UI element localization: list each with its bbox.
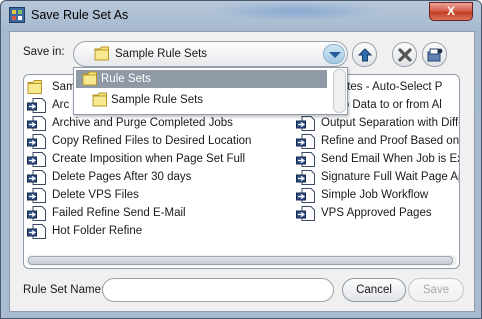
- rule-set-file-icon: [296, 116, 315, 131]
- list-item-label: Delete VPS Files: [52, 189, 139, 201]
- chevron-down-icon[interactable]: [323, 44, 345, 64]
- new-folder-icon: [427, 48, 443, 62]
- list-item-label: Failed Refine Send E-Mail: [52, 207, 186, 219]
- folder-icon: [82, 71, 97, 86]
- list-item-label: Arc: [52, 99, 70, 111]
- rule-set-file-icon: [27, 134, 46, 149]
- rule-set-file-icon: [296, 188, 315, 203]
- dropdown-option-label: Sample Rule Sets: [111, 94, 204, 106]
- scrollbar-thumb[interactable]: [28, 256, 453, 265]
- dialog-window: Save Rule Set As X Save in: Sample Rule …: [0, 0, 482, 319]
- list-item-label: Create Imposition when Page Set Full: [52, 153, 246, 165]
- dropdown-option-label: Rule Sets: [101, 73, 151, 85]
- rule-set-file-icon: [27, 206, 46, 221]
- app-icon: [9, 7, 25, 23]
- up-folder-button[interactable]: [352, 42, 377, 67]
- list-item-label: Delete Pages After 30 days: [52, 171, 192, 183]
- horizontal-scrollbar[interactable]: [26, 255, 457, 266]
- save-in-combobox[interactable]: Sample Rule Sets: [73, 41, 348, 67]
- rule-set-file-icon: [27, 98, 46, 113]
- window-title: Save Rule Set As: [31, 8, 129, 22]
- rule-set-file-icon: [296, 152, 315, 167]
- folder-icon: [92, 92, 107, 107]
- rule-set-file-icon: [27, 224, 46, 239]
- rule-set-name-input[interactable]: [102, 278, 334, 302]
- list-item-label: Archive and Purge Completed Jobs: [52, 117, 233, 129]
- rule-set-file-icon: [27, 188, 46, 203]
- close-icon: X: [446, 4, 455, 18]
- list-item[interactable]: Simple Job Workflow: [296, 187, 459, 203]
- close-button[interactable]: X: [429, 2, 473, 21]
- rule-set-file-icon: [27, 170, 46, 185]
- list-item-label: Refine and Proof Based on: [321, 135, 459, 147]
- save-in-value: Sample Rule Sets: [115, 48, 208, 60]
- up-folder-icon: [357, 48, 373, 62]
- list-item[interactable]: Output Separation with Diffe: [296, 115, 459, 131]
- new-folder-button[interactable]: [422, 42, 447, 67]
- list-item-label: VPS Approved Pages: [321, 207, 432, 219]
- list-item-label: Signature Full Wait Page Ap: [321, 171, 459, 183]
- list-item-label: Send Email When Job is Exp: [321, 153, 459, 165]
- list-item-label: Hot Folder Refine: [52, 225, 143, 237]
- list-item[interactable]: Refine and Proof Based on: [296, 133, 459, 149]
- list-item-label: Simple Job Workflow: [321, 189, 429, 201]
- folder-icon: [94, 46, 109, 61]
- dropdown-option-rule-sets[interactable]: Rule Sets: [76, 70, 327, 88]
- list-item-label: Copy Refined Files to Desired Location: [52, 135, 252, 147]
- folder-icon: [27, 80, 42, 94]
- save-in-label: Save in:: [23, 46, 65, 58]
- rule-set-file-icon: [296, 206, 315, 221]
- list-item[interactable]: VPS Approved Pages: [296, 205, 459, 221]
- list-item[interactable]: Signature Full Wait Page Ap: [296, 169, 459, 185]
- save-button[interactable]: Save: [408, 278, 464, 302]
- rule-set-file-icon: [27, 116, 46, 131]
- dropdown-option-sample-rule-sets[interactable]: Sample Rule Sets: [76, 91, 327, 109]
- delete-icon: [398, 48, 412, 62]
- dialog-client-area: Save in: Sample Rule Sets Sam Arc Archiv…: [9, 31, 475, 312]
- cancel-button[interactable]: Cancel: [342, 278, 406, 302]
- rule-set-file-icon: [296, 170, 315, 185]
- dropdown-scrollbar[interactable]: [333, 69, 346, 113]
- delete-button[interactable]: [392, 42, 417, 67]
- rule-set-name-label: Rule Set Name:: [23, 284, 105, 296]
- rule-set-file-icon: [27, 152, 46, 167]
- save-in-dropdown-list[interactable]: Rule Sets Sample Rule Sets: [73, 67, 348, 115]
- list-item-label: Output Separation with Diffe: [321, 117, 459, 129]
- list-item[interactable]: Send Email When Job is Exp: [296, 151, 459, 167]
- rule-set-file-icon: [296, 134, 315, 149]
- background-blur: [206, 1, 386, 21]
